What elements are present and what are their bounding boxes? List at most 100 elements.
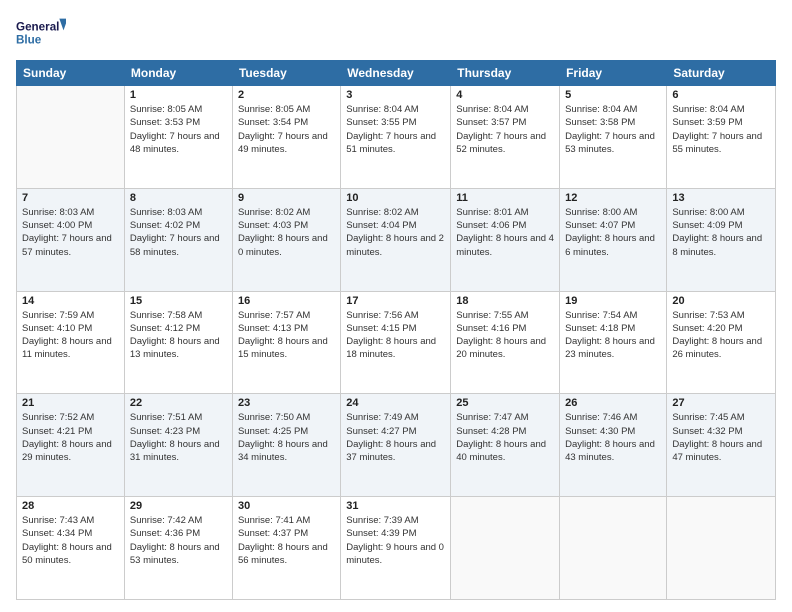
calendar-day-cell: 2 Sunrise: 8:05 AMSunset: 3:54 PMDayligh…: [232, 86, 340, 189]
logo: General Blue: [16, 12, 66, 52]
day-info: Sunrise: 7:41 AMSunset: 4:37 PMDaylight:…: [238, 514, 335, 567]
calendar-day-cell: 15 Sunrise: 7:58 AMSunset: 4:12 PMDaylig…: [124, 291, 232, 394]
day-number: 17: [346, 295, 445, 307]
day-info: Sunrise: 8:05 AMSunset: 3:54 PMDaylight:…: [238, 103, 335, 156]
calendar-day-cell: 18 Sunrise: 7:55 AMSunset: 4:16 PMDaylig…: [451, 291, 560, 394]
day-number: 27: [672, 397, 770, 409]
calendar-day-cell: 19 Sunrise: 7:54 AMSunset: 4:18 PMDaylig…: [560, 291, 667, 394]
day-info: Sunrise: 7:58 AMSunset: 4:12 PMDaylight:…: [130, 309, 227, 362]
day-number: 18: [456, 295, 554, 307]
day-number: 11: [456, 192, 554, 204]
day-number: 19: [565, 295, 661, 307]
calendar-day-cell: [667, 497, 776, 600]
day-number: 15: [130, 295, 227, 307]
day-info: Sunrise: 7:51 AMSunset: 4:23 PMDaylight:…: [130, 411, 227, 464]
day-info: Sunrise: 7:39 AMSunset: 4:39 PMDaylight:…: [346, 514, 445, 567]
calendar-header-row: SundayMondayTuesdayWednesdayThursdayFrid…: [17, 61, 776, 86]
svg-text:Blue: Blue: [16, 34, 42, 47]
calendar-day-cell: [560, 497, 667, 600]
calendar-day-cell: 12 Sunrise: 8:00 AMSunset: 4:07 PMDaylig…: [560, 188, 667, 291]
day-info: Sunrise: 8:00 AMSunset: 4:07 PMDaylight:…: [565, 206, 661, 259]
day-number: 1: [130, 89, 227, 101]
calendar-day-cell: 26 Sunrise: 7:46 AMSunset: 4:30 PMDaylig…: [560, 394, 667, 497]
day-number: 4: [456, 89, 554, 101]
day-number: 14: [22, 295, 119, 307]
day-number: 26: [565, 397, 661, 409]
day-info: Sunrise: 8:03 AMSunset: 4:02 PMDaylight:…: [130, 206, 227, 259]
calendar-day-cell: 9 Sunrise: 8:02 AMSunset: 4:03 PMDayligh…: [232, 188, 340, 291]
day-info: Sunrise: 7:42 AMSunset: 4:36 PMDaylight:…: [130, 514, 227, 567]
day-number: 20: [672, 295, 770, 307]
day-info: Sunrise: 8:04 AMSunset: 3:57 PMDaylight:…: [456, 103, 554, 156]
calendar-day-cell: 10 Sunrise: 8:02 AMSunset: 4:04 PMDaylig…: [341, 188, 451, 291]
day-info: Sunrise: 8:02 AMSunset: 4:03 PMDaylight:…: [238, 206, 335, 259]
day-number: 13: [672, 192, 770, 204]
calendar-day-cell: 20 Sunrise: 7:53 AMSunset: 4:20 PMDaylig…: [667, 291, 776, 394]
day-number: 9: [238, 192, 335, 204]
calendar-day-cell: 3 Sunrise: 8:04 AMSunset: 3:55 PMDayligh…: [341, 86, 451, 189]
calendar-weekday-thursday: Thursday: [451, 61, 560, 86]
calendar-day-cell: 8 Sunrise: 8:03 AMSunset: 4:02 PMDayligh…: [124, 188, 232, 291]
day-info: Sunrise: 8:03 AMSunset: 4:00 PMDaylight:…: [22, 206, 119, 259]
page-header: General Blue: [16, 12, 776, 52]
day-number: 31: [346, 500, 445, 512]
day-number: 6: [672, 89, 770, 101]
calendar-weekday-sunday: Sunday: [17, 61, 125, 86]
day-number: 22: [130, 397, 227, 409]
day-number: 23: [238, 397, 335, 409]
day-number: 28: [22, 500, 119, 512]
calendar-day-cell: 30 Sunrise: 7:41 AMSunset: 4:37 PMDaylig…: [232, 497, 340, 600]
logo-svg: General Blue: [16, 12, 66, 52]
calendar-day-cell: 16 Sunrise: 7:57 AMSunset: 4:13 PMDaylig…: [232, 291, 340, 394]
calendar-week-row: 14 Sunrise: 7:59 AMSunset: 4:10 PMDaylig…: [17, 291, 776, 394]
day-info: Sunrise: 7:47 AMSunset: 4:28 PMDaylight:…: [456, 411, 554, 464]
calendar-day-cell: [17, 86, 125, 189]
day-number: 25: [456, 397, 554, 409]
calendar-day-cell: 29 Sunrise: 7:42 AMSunset: 4:36 PMDaylig…: [124, 497, 232, 600]
calendar-week-row: 7 Sunrise: 8:03 AMSunset: 4:00 PMDayligh…: [17, 188, 776, 291]
calendar-week-row: 1 Sunrise: 8:05 AMSunset: 3:53 PMDayligh…: [17, 86, 776, 189]
day-number: 12: [565, 192, 661, 204]
calendar-day-cell: 21 Sunrise: 7:52 AMSunset: 4:21 PMDaylig…: [17, 394, 125, 497]
calendar-weekday-saturday: Saturday: [667, 61, 776, 86]
calendar-weekday-tuesday: Tuesday: [232, 61, 340, 86]
day-info: Sunrise: 8:05 AMSunset: 3:53 PMDaylight:…: [130, 103, 227, 156]
day-info: Sunrise: 7:49 AMSunset: 4:27 PMDaylight:…: [346, 411, 445, 464]
day-number: 5: [565, 89, 661, 101]
day-info: Sunrise: 7:45 AMSunset: 4:32 PMDaylight:…: [672, 411, 770, 464]
day-number: 2: [238, 89, 335, 101]
day-info: Sunrise: 7:56 AMSunset: 4:15 PMDaylight:…: [346, 309, 445, 362]
day-info: Sunrise: 8:04 AMSunset: 3:59 PMDaylight:…: [672, 103, 770, 156]
calendar-day-cell: 24 Sunrise: 7:49 AMSunset: 4:27 PMDaylig…: [341, 394, 451, 497]
calendar-day-cell: 7 Sunrise: 8:03 AMSunset: 4:00 PMDayligh…: [17, 188, 125, 291]
calendar-day-cell: 25 Sunrise: 7:47 AMSunset: 4:28 PMDaylig…: [451, 394, 560, 497]
day-info: Sunrise: 8:04 AMSunset: 3:55 PMDaylight:…: [346, 103, 445, 156]
calendar-day-cell: 28 Sunrise: 7:43 AMSunset: 4:34 PMDaylig…: [17, 497, 125, 600]
calendar-day-cell: 13 Sunrise: 8:00 AMSunset: 4:09 PMDaylig…: [667, 188, 776, 291]
day-info: Sunrise: 7:59 AMSunset: 4:10 PMDaylight:…: [22, 309, 119, 362]
day-info: Sunrise: 7:46 AMSunset: 4:30 PMDaylight:…: [565, 411, 661, 464]
calendar-week-row: 21 Sunrise: 7:52 AMSunset: 4:21 PMDaylig…: [17, 394, 776, 497]
calendar-day-cell: [451, 497, 560, 600]
day-info: Sunrise: 7:52 AMSunset: 4:21 PMDaylight:…: [22, 411, 119, 464]
calendar-weekday-wednesday: Wednesday: [341, 61, 451, 86]
calendar-day-cell: 1 Sunrise: 8:05 AMSunset: 3:53 PMDayligh…: [124, 86, 232, 189]
day-info: Sunrise: 8:04 AMSunset: 3:58 PMDaylight:…: [565, 103, 661, 156]
calendar-day-cell: 23 Sunrise: 7:50 AMSunset: 4:25 PMDaylig…: [232, 394, 340, 497]
day-info: Sunrise: 7:54 AMSunset: 4:18 PMDaylight:…: [565, 309, 661, 362]
day-number: 29: [130, 500, 227, 512]
day-number: 16: [238, 295, 335, 307]
calendar-day-cell: 27 Sunrise: 7:45 AMSunset: 4:32 PMDaylig…: [667, 394, 776, 497]
day-info: Sunrise: 7:43 AMSunset: 4:34 PMDaylight:…: [22, 514, 119, 567]
calendar-day-cell: 6 Sunrise: 8:04 AMSunset: 3:59 PMDayligh…: [667, 86, 776, 189]
calendar-week-row: 28 Sunrise: 7:43 AMSunset: 4:34 PMDaylig…: [17, 497, 776, 600]
calendar-day-cell: 14 Sunrise: 7:59 AMSunset: 4:10 PMDaylig…: [17, 291, 125, 394]
day-info: Sunrise: 7:53 AMSunset: 4:20 PMDaylight:…: [672, 309, 770, 362]
day-number: 24: [346, 397, 445, 409]
day-info: Sunrise: 8:02 AMSunset: 4:04 PMDaylight:…: [346, 206, 445, 259]
day-number: 10: [346, 192, 445, 204]
calendar-day-cell: 11 Sunrise: 8:01 AMSunset: 4:06 PMDaylig…: [451, 188, 560, 291]
svg-text:General: General: [16, 20, 59, 33]
day-number: 30: [238, 500, 335, 512]
calendar-day-cell: 4 Sunrise: 8:04 AMSunset: 3:57 PMDayligh…: [451, 86, 560, 189]
